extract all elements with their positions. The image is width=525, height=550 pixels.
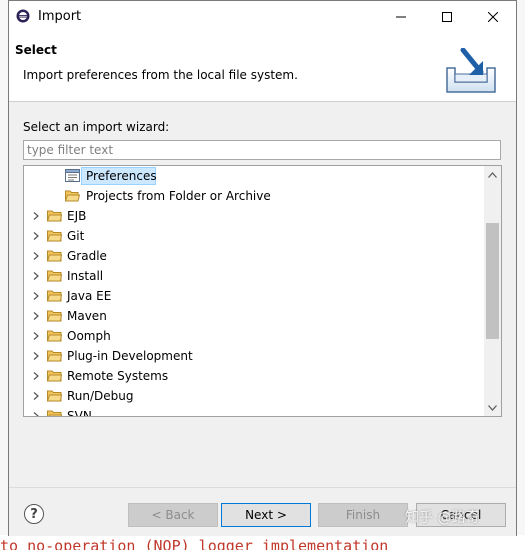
import-dialog: Import Select Import preferences from th… xyxy=(8,0,517,536)
tree-item-git[interactable]: Git xyxy=(24,226,484,246)
tree-item-plugin-development[interactable]: Plug-in Development xyxy=(24,346,484,366)
help-button[interactable]: ? xyxy=(24,504,44,524)
background-ide-right xyxy=(517,0,525,550)
scroll-thumb[interactable] xyxy=(486,223,499,339)
wizard-tree[interactable]: Preferences Projects from Folder or Arch… xyxy=(23,165,502,417)
back-button[interactable]: < Back xyxy=(128,503,218,527)
page-title: Select xyxy=(15,43,57,57)
tree-item-run-debug[interactable]: Run/Debug xyxy=(24,386,484,406)
tree-item-projects-from-folder[interactable]: Projects from Folder or Archive xyxy=(24,186,484,206)
folder-icon xyxy=(47,230,62,242)
tree-item-java-ee[interactable]: Java EE xyxy=(24,286,484,306)
folder-icon xyxy=(47,290,62,302)
tree-scrollbar[interactable] xyxy=(484,166,501,416)
chevron-up-icon xyxy=(488,171,497,178)
wizard-header: Select Import preferences from the local… xyxy=(9,32,516,102)
tree-item-label: SVN xyxy=(67,409,92,417)
chevron-right-icon[interactable] xyxy=(32,332,40,340)
minimize-icon xyxy=(396,16,406,17)
chevron-right-icon[interactable] xyxy=(32,372,40,380)
tree-item-label: Plug-in Development xyxy=(67,349,193,363)
close-icon xyxy=(488,11,498,22)
folder-icon xyxy=(47,390,62,402)
chevron-right-icon[interactable] xyxy=(32,312,40,320)
maximize-button[interactable] xyxy=(424,1,470,32)
chevron-right-icon[interactable] xyxy=(32,252,40,260)
folder-icon xyxy=(47,350,62,362)
tree-item-gradle[interactable]: Gradle xyxy=(24,246,484,266)
tree-item-remote-systems[interactable]: Remote Systems xyxy=(24,366,484,386)
chevron-right-icon[interactable] xyxy=(32,292,40,300)
tree-item-label: Run/Debug xyxy=(67,389,134,403)
finish-button[interactable]: Finish xyxy=(318,503,408,527)
folder-icon xyxy=(47,330,62,342)
page-description: Import preferences from the local file s… xyxy=(23,68,298,82)
wizard-body: Select an import wizard: Preferences xyxy=(9,102,516,487)
watermark: 知乎 @路奇 xyxy=(405,510,480,526)
tree-item-label: Maven xyxy=(67,309,107,323)
chevron-right-icon[interactable] xyxy=(32,272,40,280)
folder-icon xyxy=(47,210,62,222)
folder-icon xyxy=(47,410,62,416)
tree-item-install[interactable]: Install xyxy=(24,266,484,286)
background-ide-left xyxy=(0,0,8,550)
tree-item-preferences[interactable]: Preferences xyxy=(24,166,484,186)
chevron-right-icon[interactable] xyxy=(32,232,40,240)
close-button[interactable] xyxy=(470,1,516,32)
import-wizard-icon xyxy=(446,48,496,93)
folder-icon xyxy=(47,250,62,262)
next-button[interactable]: Next > xyxy=(221,503,311,527)
tree-item-label: EJB xyxy=(67,209,87,223)
tree-item-label: Install xyxy=(67,269,104,283)
eclipse-icon xyxy=(16,9,30,23)
window-title: Import xyxy=(38,9,82,24)
tree-item-maven[interactable]: Maven xyxy=(24,306,484,326)
maximize-icon xyxy=(442,11,452,22)
folder-open-icon xyxy=(65,190,80,202)
wizard-list-label: Select an import wizard: xyxy=(23,120,170,134)
tree-item-label: Java EE xyxy=(67,289,112,303)
scroll-up-button[interactable] xyxy=(484,166,501,183)
tree-item-label: Remote Systems xyxy=(67,369,169,383)
filter-input[interactable] xyxy=(23,140,501,160)
tree-item-label: Gradle xyxy=(67,249,107,263)
folder-icon xyxy=(47,310,62,322)
scroll-down-button[interactable] xyxy=(484,399,501,416)
tree-item-svn[interactable]: SVN xyxy=(24,406,484,417)
tree-item-label: Oomph xyxy=(67,329,111,343)
tree-item-label: Git xyxy=(67,229,85,243)
chevron-right-icon[interactable] xyxy=(32,392,40,400)
tree-item-label: Projects from Folder or Archive xyxy=(86,189,271,203)
title-bar[interactable]: Import xyxy=(9,1,516,32)
tree-item-label: Preferences xyxy=(86,169,157,183)
chevron-down-icon xyxy=(488,404,497,411)
folder-icon xyxy=(47,370,62,382)
tree-item-oomph[interactable]: Oomph xyxy=(24,326,484,346)
chevron-right-icon[interactable] xyxy=(32,352,40,360)
folder-icon xyxy=(47,270,62,282)
minimize-button[interactable] xyxy=(378,1,424,32)
background-console-text: to no-operation (NOP) logger implementat… xyxy=(0,535,525,550)
preferences-icon xyxy=(65,169,80,182)
chevron-right-icon[interactable] xyxy=(32,412,40,417)
tree-item-ejb[interactable]: EJB xyxy=(24,206,484,226)
chevron-right-icon[interactable] xyxy=(32,212,40,220)
